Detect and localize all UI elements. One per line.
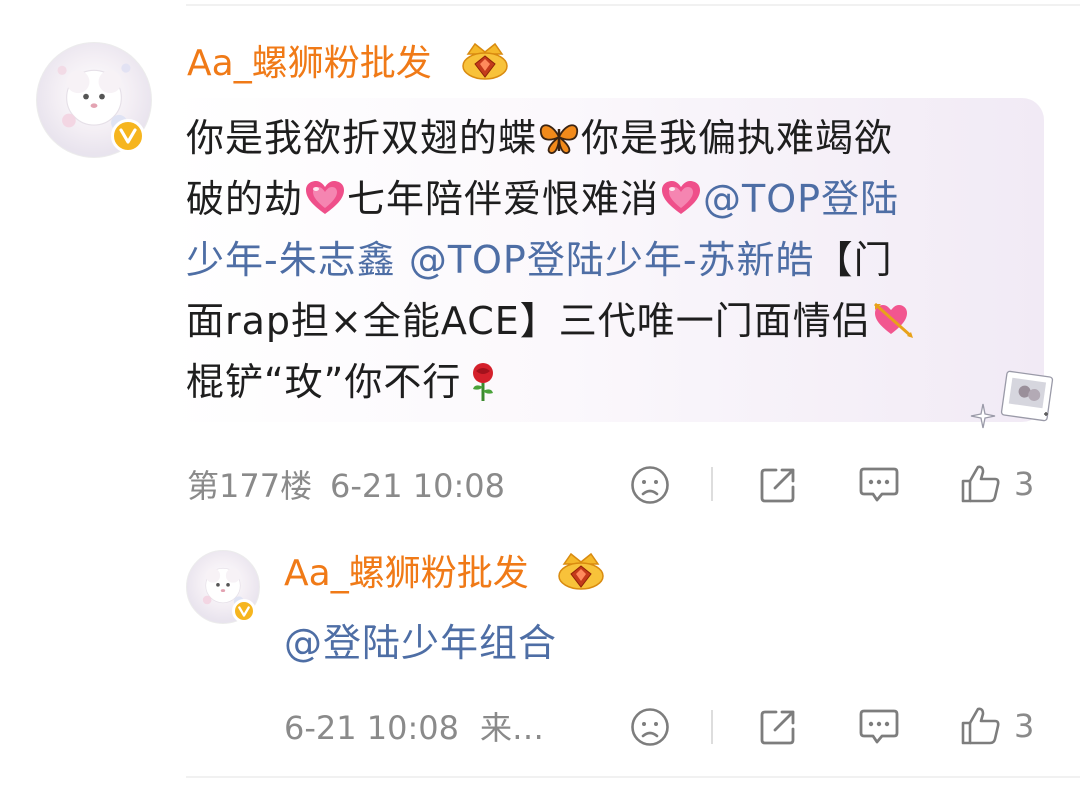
butterfly-emoji-icon [537, 117, 581, 157]
comment-username[interactable]: Aa_螺狮粉批发 [187, 46, 432, 82]
comment-text-segment: 棍铲“玫”你不行 [186, 360, 462, 404]
thumbs-up-icon [961, 465, 1000, 503]
mention-link[interactable]: 少年-朱志鑫 [186, 238, 396, 282]
comment-text-segment: 【门 [814, 238, 893, 282]
sad-face-icon [631, 466, 669, 504]
crown-badge-icon [554, 546, 608, 594]
like-count: 3 [1014, 707, 1035, 745]
reply-username[interactable]: Aa_螺狮粉批发 [284, 556, 529, 592]
floor-label: 第177楼 [187, 467, 313, 505]
reply-source[interactable]: 来… [480, 712, 544, 744]
like-button[interactable]: 3 [960, 463, 1034, 505]
share-button[interactable] [758, 707, 798, 747]
share-icon [760, 710, 795, 745]
reply-button[interactable] [858, 707, 900, 747]
comment-text-segment: 你是我偏执难竭欲 [581, 116, 894, 160]
reply-timestamp: 6-21 10:08 [284, 709, 460, 747]
comment-bubble-icon [859, 709, 899, 744]
verified-badge-icon [232, 599, 256, 623]
mention-link[interactable]: @TOP登陆 [703, 177, 899, 221]
dislike-button[interactable] [630, 707, 670, 747]
like-count: 3 [1014, 465, 1035, 503]
comment-text-segment: 破的劫 [186, 177, 304, 221]
heart-arrow-emoji-icon [871, 300, 915, 340]
comment-text-segment: 七年陪伴爱恨难消 [347, 177, 660, 221]
heart-emoji-icon [659, 178, 703, 218]
crown-badge-icon [458, 36, 512, 84]
comment-bubble-icon [859, 467, 899, 502]
bottom-divider [186, 776, 1080, 778]
mention-link[interactable]: @TOP登陆少年-苏新皓 [409, 238, 815, 282]
dislike-button[interactable] [630, 465, 670, 505]
action-divider [711, 710, 713, 744]
reply-button[interactable] [858, 465, 900, 505]
sad-face-icon [631, 708, 669, 746]
reply-mention-link[interactable]: @登陆少年组合 [284, 618, 557, 668]
action-divider [711, 467, 713, 501]
share-button[interactable] [758, 465, 798, 505]
top-divider [186, 4, 1080, 6]
verified-badge-icon [111, 119, 145, 153]
rose-emoji-icon [461, 361, 505, 401]
comment-text-segment: 你是我欲折双翅的蝶 [186, 116, 538, 160]
comment-timestamp: 6-21 10:08 [330, 467, 506, 505]
comment-text-segment: 面rap担×全能ACE】三代唯一门面情侣 [186, 299, 871, 343]
comment-text: 你是我欲折双翅的蝶 你是我偏执难竭欲 破的劫 七年陪伴爱恨难消 @TOP登陆 少… [186, 108, 1026, 413]
share-icon [760, 468, 795, 503]
like-button[interactable]: 3 [960, 705, 1034, 747]
thumbs-up-icon [961, 707, 1000, 745]
heart-emoji-icon [303, 178, 347, 218]
